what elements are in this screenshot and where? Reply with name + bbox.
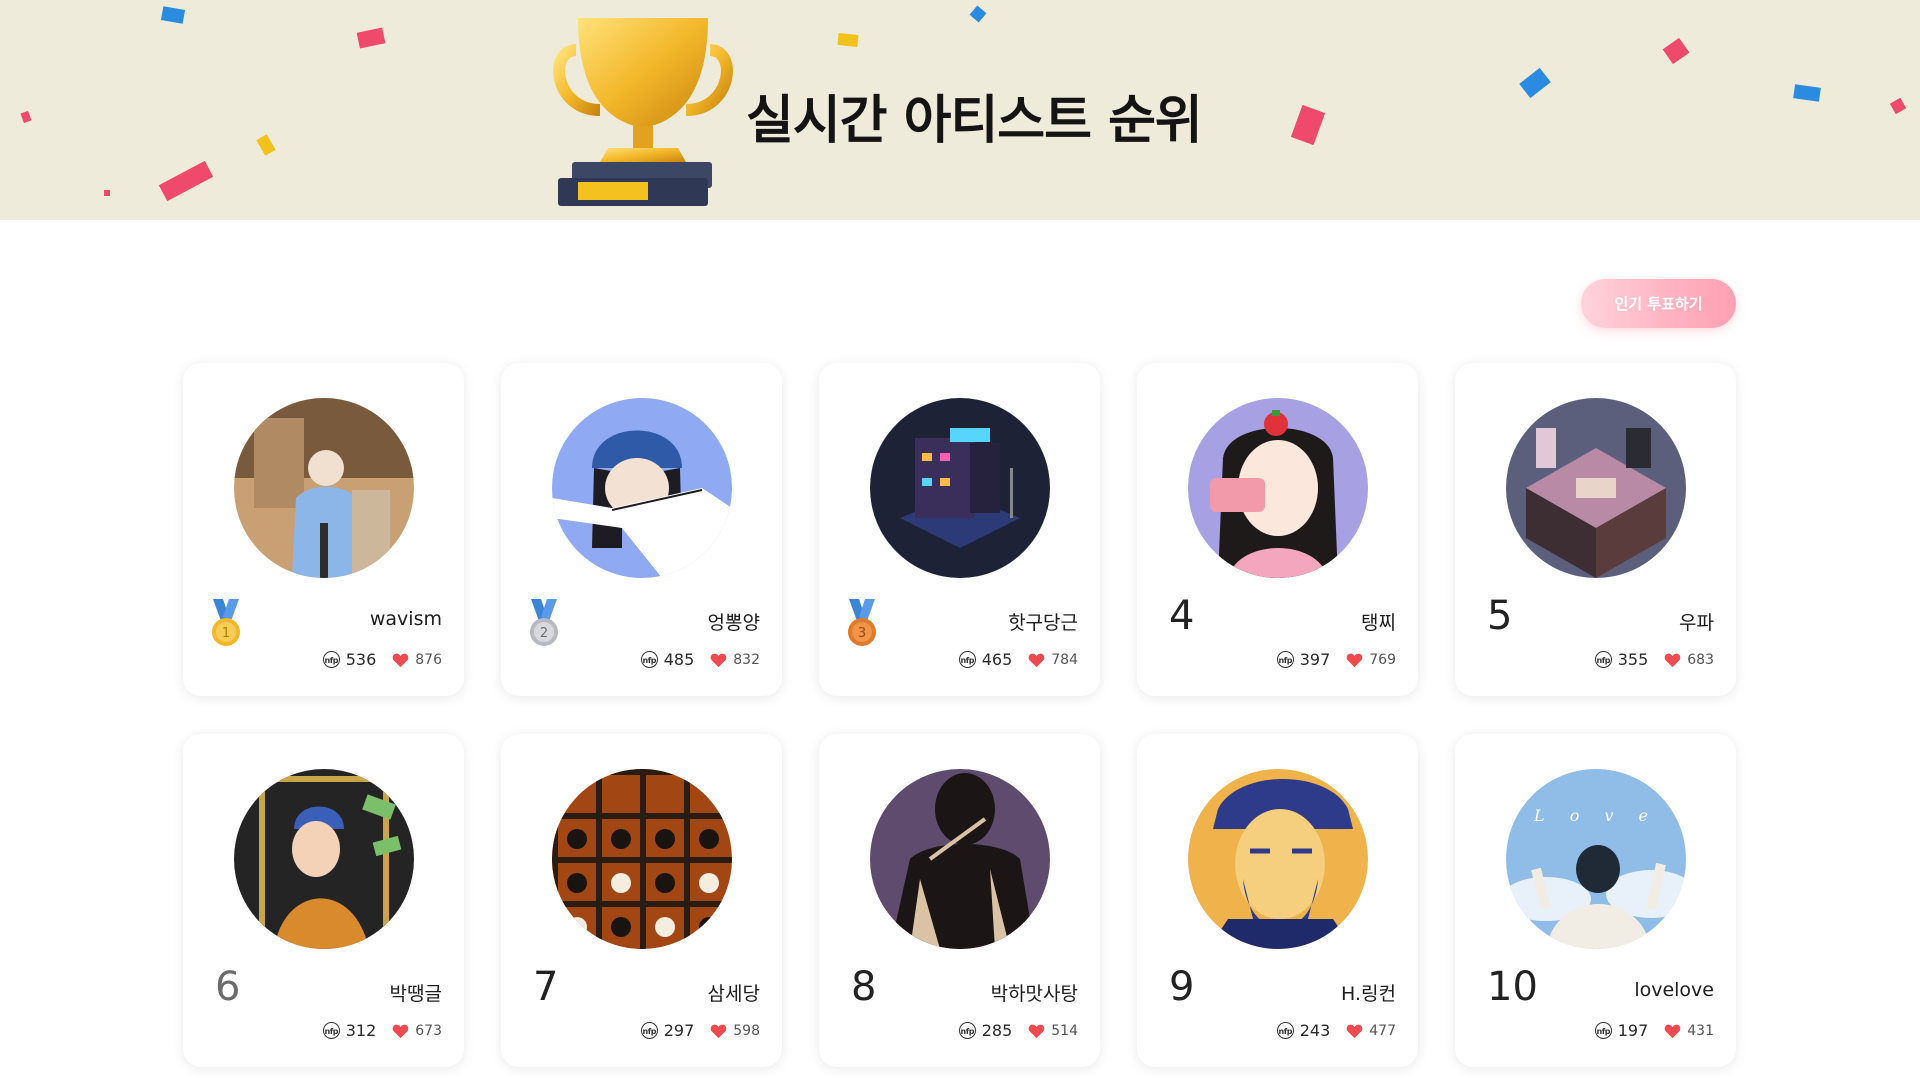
nft-count: 243 xyxy=(1299,1021,1331,1040)
artist-name: 핫구당근 xyxy=(1008,612,1078,634)
artist-avatar xyxy=(1188,769,1368,949)
artist-name: wavism xyxy=(369,608,442,630)
nft-icon: nfp xyxy=(1276,1022,1294,1039)
heart-icon[interactable] xyxy=(1028,652,1045,668)
nft-count: 465 xyxy=(981,650,1013,669)
artist-name: H.링컨 xyxy=(1341,983,1396,1005)
artist-card[interactable]: 6 박땡글 nfp 312 673 xyxy=(183,734,464,1067)
rank-number: 5 xyxy=(1487,593,1513,639)
artist-card[interactable]: 9 H.링컨 nfp 243 477 xyxy=(1137,734,1418,1067)
like-count: 876 xyxy=(415,651,442,668)
rank-number: 9 xyxy=(1169,964,1195,1010)
artist-stats: nfp 485 832 xyxy=(640,650,760,669)
nft-count: 285 xyxy=(981,1021,1013,1040)
nft-icon: nfp xyxy=(640,1022,658,1039)
rank-number: 7 xyxy=(533,964,559,1010)
artist-stats: nfp 312 673 xyxy=(322,1021,442,1040)
artist-stats: nfp 355 683 xyxy=(1594,650,1714,669)
silver-medal-icon: 2 xyxy=(530,599,558,646)
like-count: 673 xyxy=(415,1022,442,1039)
nft-icon: nfp xyxy=(1594,1022,1612,1039)
artist-name: 우파 xyxy=(1679,612,1714,634)
artist-stats: nfp 243 477 xyxy=(1276,1021,1396,1040)
like-count: 514 xyxy=(1051,1022,1078,1039)
artist-avatar xyxy=(870,769,1050,949)
page-title: 실시간 아티스트 순위 xyxy=(746,91,1203,151)
artist-name: 박하맛사탕 xyxy=(990,983,1078,1005)
artist-card[interactable]: 3 핫구당근 nfp 465 784 xyxy=(819,363,1100,696)
artist-avatar xyxy=(234,398,414,578)
like-count: 598 xyxy=(733,1022,760,1039)
heart-icon[interactable] xyxy=(1346,1023,1363,1039)
svg-text:L o v e: L o v e xyxy=(1533,806,1658,825)
nft-icon: nfp xyxy=(640,651,658,668)
nft-count: 355 xyxy=(1617,650,1649,669)
heart-icon[interactable] xyxy=(710,652,727,668)
heart-icon[interactable] xyxy=(1664,1023,1681,1039)
artist-stats: nfp 465 784 xyxy=(958,650,1078,669)
heart-icon[interactable] xyxy=(392,1023,409,1039)
nft-icon: nfp xyxy=(958,651,976,668)
artist-card[interactable]: 7 삼세당 nfp 297 598 xyxy=(501,734,782,1067)
nft-icon: nfp xyxy=(1594,651,1612,668)
nft-count: 536 xyxy=(345,650,377,669)
rank-number: 4 xyxy=(1169,593,1195,639)
artist-stats: nfp 285 514 xyxy=(958,1021,1078,1040)
artist-card[interactable]: 4 탱찌 nfp 397 769 xyxy=(1137,363,1418,696)
artist-avatar xyxy=(870,398,1050,578)
trophy-icon xyxy=(553,18,733,206)
artist-avatar xyxy=(1188,398,1368,578)
popular-vote-button[interactable]: 인기 투표하기 xyxy=(1581,279,1736,328)
rank-number: 8 xyxy=(851,964,877,1010)
svg-text:1: 1 xyxy=(222,626,230,641)
artist-stats: nfp 197 431 xyxy=(1594,1021,1714,1040)
artist-name: 박땡글 xyxy=(389,983,442,1005)
rank-number: 6 xyxy=(215,964,241,1010)
heart-icon[interactable] xyxy=(1346,652,1363,668)
like-count: 832 xyxy=(733,651,760,668)
bronze-medal-icon: 3 xyxy=(848,599,876,646)
nft-count: 297 xyxy=(663,1021,695,1040)
artist-name: 삼세당 xyxy=(707,983,760,1005)
nft-icon: nfp xyxy=(322,651,340,668)
artist-name: 엉뽕양 xyxy=(707,612,760,634)
nft-count: 397 xyxy=(1299,650,1331,669)
rank-number: 10 xyxy=(1487,964,1538,1010)
nft-icon: nfp xyxy=(322,1022,340,1039)
artist-card[interactable]: 1 wavism nfp 536 876 xyxy=(183,363,464,696)
artist-stats: nfp 397 769 xyxy=(1276,650,1396,669)
like-count: 431 xyxy=(1687,1022,1714,1039)
artist-card[interactable]: L o v e 10 lovelove nfp 197 431 xyxy=(1455,734,1736,1067)
artist-avatar: L o v e xyxy=(1506,769,1686,949)
artist-avatar xyxy=(552,398,732,578)
like-count: 683 xyxy=(1687,651,1714,668)
nft-icon: nfp xyxy=(1276,651,1294,668)
nft-count: 197 xyxy=(1617,1021,1649,1040)
like-count: 769 xyxy=(1369,651,1396,668)
artist-card[interactable]: 8 박하맛사탕 nfp 285 514 xyxy=(819,734,1100,1067)
artist-avatar xyxy=(1506,398,1686,578)
header-banner: 실시간 아티스트 순위 xyxy=(0,0,1920,220)
artist-name: 탱찌 xyxy=(1361,612,1396,634)
nft-icon: nfp xyxy=(958,1022,976,1039)
heart-icon[interactable] xyxy=(1664,652,1681,668)
like-count: 477 xyxy=(1369,1022,1396,1039)
artist-card[interactable]: 2 엉뽕양 nfp 485 832 xyxy=(501,363,782,696)
nft-count: 485 xyxy=(663,650,695,669)
artist-name: lovelove xyxy=(1634,979,1714,1001)
artist-avatar xyxy=(234,769,414,949)
nft-count: 312 xyxy=(345,1021,377,1040)
artist-card[interactable]: 5 우파 nfp 355 683 xyxy=(1455,363,1736,696)
heart-icon[interactable] xyxy=(392,652,409,668)
svg-text:3: 3 xyxy=(858,626,866,641)
heart-icon[interactable] xyxy=(710,1023,727,1039)
svg-text:2: 2 xyxy=(540,626,548,641)
gold-medal-icon: 1 xyxy=(212,599,240,646)
artist-avatar xyxy=(552,769,732,949)
heart-icon[interactable] xyxy=(1028,1023,1045,1039)
artist-stats: nfp 536 876 xyxy=(322,650,442,669)
like-count: 784 xyxy=(1051,651,1078,668)
artist-stats: nfp 297 598 xyxy=(640,1021,760,1040)
